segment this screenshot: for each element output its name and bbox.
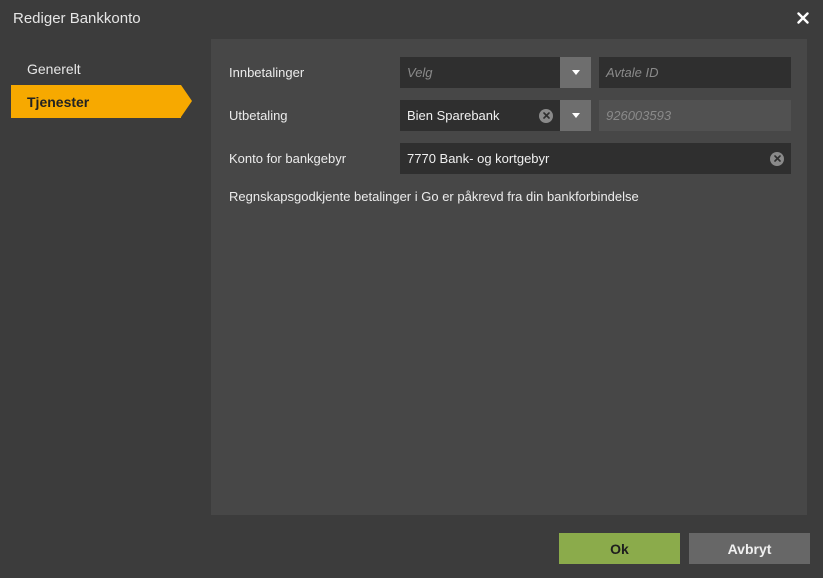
chevron-down-icon[interactable] xyxy=(560,100,591,131)
utbetaling-agreement-input[interactable]: 926003593 xyxy=(599,100,791,131)
dialog-titlebar: Rediger Bankkonto xyxy=(0,0,823,36)
utbetaling-select[interactable]: Bien Sparebank xyxy=(400,100,591,131)
ok-button[interactable]: Ok xyxy=(559,533,680,564)
sidebar-item-tjenester[interactable]: Tjenester xyxy=(11,85,192,118)
chevron-down-icon[interactable] xyxy=(560,57,591,88)
clear-icon[interactable] xyxy=(539,108,553,123)
info-text: Regnskapsgodkjente betalinger i Go er på… xyxy=(229,189,639,204)
bankgebyr-select[interactable]: 7770 Bank- og kortgebyr xyxy=(400,143,791,174)
innbetalinger-agreement-input[interactable]: Avtale ID xyxy=(599,57,791,88)
content-panel: Innbetalinger Velg Avtale ID Utbetaling … xyxy=(211,39,807,515)
innbetalinger-select[interactable]: Velg xyxy=(400,57,591,88)
sidebar-nav: Generelt Tjenester xyxy=(11,52,193,118)
utbetaling-row: Utbetaling Bien Sparebank 926003593 xyxy=(229,100,791,131)
close-icon[interactable] xyxy=(795,10,811,26)
cancel-button[interactable]: Avbryt xyxy=(689,533,810,564)
utbetaling-label: Utbetaling xyxy=(229,108,288,123)
bankgebyr-row: Konto for bankgebyr 7770 Bank- og kortge… xyxy=(229,143,791,174)
innbetalinger-select-placeholder: Velg xyxy=(407,65,433,80)
innbetalinger-label: Innbetalinger xyxy=(229,65,305,80)
dialog-title: Rediger Bankkonto xyxy=(13,9,141,27)
utbetaling-select-value: Bien Sparebank xyxy=(407,108,500,123)
sidebar-item-generelt[interactable]: Generelt xyxy=(11,52,193,85)
clear-icon[interactable] xyxy=(770,151,784,166)
bankgebyr-label: Konto for bankgebyr xyxy=(229,151,347,166)
bankgebyr-select-value: 7770 Bank- og kortgebyr xyxy=(407,151,550,166)
innbetalinger-row: Innbetalinger Velg Avtale ID xyxy=(229,57,791,88)
